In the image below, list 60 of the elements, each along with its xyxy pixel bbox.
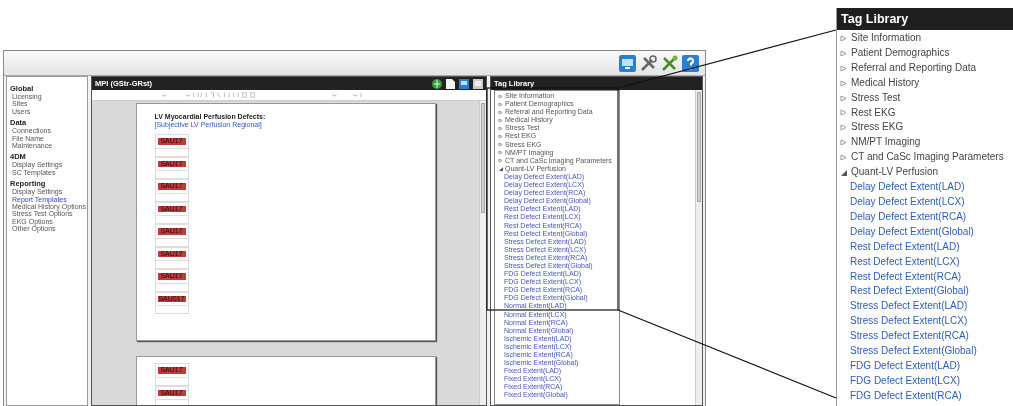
table-cell [154, 238, 189, 247]
tag-item[interactable]: Rest Defect Extent(LAD) [840, 239, 1013, 255]
document-icon[interactable] [446, 78, 455, 89]
collapsed-triangle-icon[interactable] [840, 64, 847, 72]
table-cell [154, 193, 189, 202]
tag-item[interactable]: Delay Defect Extent(LCX) [840, 194, 1013, 210]
tag-item[interactable]: FDG Defect Extent(RCA) [840, 388, 1013, 404]
expanded-triangle-icon[interactable] [498, 166, 503, 172]
tree-item[interactable]: CT and CaSc Imaging Parameters [840, 150, 1013, 166]
collapsed-triangle-icon[interactable] [840, 79, 847, 87]
collapsed-triangle-icon[interactable] [840, 124, 847, 132]
tag-item[interactable]: FDG Defect Extent(LAD) [840, 358, 1013, 374]
collapsed-triangle-icon[interactable] [840, 34, 847, 42]
table-cell [154, 283, 189, 292]
tag-item[interactable]: FDG Defect Extent(LCX) [840, 373, 1013, 389]
tag-item[interactable]: Rest Defect Extent(RCA) [840, 269, 1013, 285]
tag-item[interactable]: Stress Defect Extent(Global) [840, 344, 1013, 359]
preview-icon[interactable] [473, 78, 483, 89]
tag-item[interactable]: Rest Defect Extent(Global) [840, 284, 1013, 300]
tree-item[interactable]: Stress Test [840, 90, 1013, 106]
tree-item[interactable]: NM/PT Imaging [840, 135, 1013, 151]
collapsed-triangle-icon[interactable] [498, 134, 503, 139]
tools-icon[interactable] [661, 54, 678, 72]
collapsed-triangle-icon[interactable] [498, 158, 503, 164]
collapsed-triangle-icon[interactable] [498, 150, 503, 156]
table-cell [154, 306, 189, 314]
tag-item[interactable]: Delay Defect Extent(LAD) [840, 180, 1013, 195]
table-cell [154, 148, 189, 157]
expanded-triangle-icon[interactable] [840, 169, 847, 177]
tree-item[interactable]: Referral and Reporting Data [840, 60, 1013, 76]
collapsed-triangle-icon[interactable] [498, 101, 503, 107]
tools-icon[interactable] [640, 54, 657, 72]
table-cell [154, 377, 189, 386]
collapsed-triangle-icon[interactable] [498, 93, 503, 99]
collapsed-triangle-icon[interactable] [840, 139, 847, 147]
collapsed-triangle-icon[interactable] [840, 109, 847, 117]
tree-item[interactable]: Patient Demographics [840, 45, 1013, 61]
collapsed-triangle-icon[interactable] [498, 109, 503, 115]
tag-library-title: Tag Library [841, 10, 909, 28]
tree-item[interactable]: Rest EKG [840, 105, 1013, 121]
scrollbar[interactable] [695, 90, 702, 405]
tag-item[interactable]: Rest Defect Extent(LCX) [840, 254, 1013, 270]
collapsed-triangle-icon[interactable] [840, 94, 847, 102]
help-icon[interactable] [682, 54, 699, 72]
tree-item[interactable]: Quant-LV Perfusion [840, 165, 1013, 181]
tag-item[interactable]: Stress Defect Extent(RCA) [840, 329, 1013, 345]
scrollbar[interactable] [479, 101, 486, 405]
collapsed-triangle-icon[interactable] [498, 142, 503, 148]
collapsed-triangle-icon[interactable] [840, 154, 847, 162]
collapsed-triangle-icon[interactable] [840, 49, 847, 57]
tag-item[interactable]: Delay Defect Extent(RCA) [840, 209, 1013, 225]
tag-item[interactable]: Stress Defect Extent(LCX) [840, 314, 1013, 330]
tree-item[interactable]: Stress EKG [840, 120, 1013, 136]
tree-item[interactable]: Site Information [840, 31, 1013, 46]
tag-item[interactable]: Delay Defect Extent(Global) [840, 224, 1013, 240]
collapsed-triangle-icon[interactable] [498, 117, 503, 123]
tag-item[interactable]: Stress Defect Extent(LAD) [840, 299, 1013, 315]
tree-item[interactable]: Medical History [840, 75, 1013, 91]
monitor-icon[interactable] [459, 78, 469, 89]
collapsed-triangle-icon[interactable] [498, 125, 503, 131]
